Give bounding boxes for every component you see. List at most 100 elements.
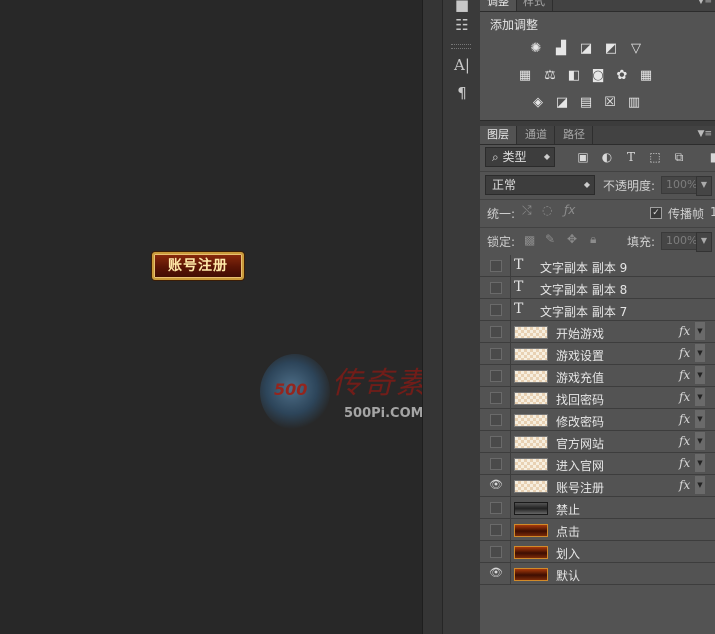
layers-menu-icon[interactable]: ▼≡: [698, 126, 712, 142]
layer-row[interactable]: 👁︎ 默认: [480, 563, 715, 585]
tab-paths[interactable]: 路径: [556, 126, 593, 144]
visibility-toggle[interactable]: [480, 409, 511, 430]
layer-row[interactable]: 👁︎ 账号注册 fx ▼: [480, 475, 715, 497]
photo-filter-icon[interactable]: ◙: [590, 69, 606, 83]
lock-image-icon[interactable]: ✎: [545, 232, 555, 246]
fx-icon[interactable]: fx: [679, 346, 690, 360]
paragraph-panel-icon[interactable]: ¶: [451, 82, 473, 104]
layer-row[interactable]: 进入官网 fx ▼: [480, 453, 715, 475]
effects-expand-icon[interactable]: ▼: [695, 476, 705, 494]
invert-icon[interactable]: ◈: [530, 96, 546, 110]
fx-icon[interactable]: fx: [679, 478, 690, 492]
lock-all-icon[interactable]: 🔒︎: [590, 232, 596, 247]
unify-position-icon[interactable]: ⤭: [522, 203, 532, 218]
tab-layers[interactable]: 图层: [480, 126, 517, 144]
visibility-toggle[interactable]: [480, 299, 511, 320]
hue-saturation-icon[interactable]: ▦: [517, 69, 533, 83]
shape-filter-icon[interactable]: ⬚: [647, 150, 663, 164]
lock-position-icon[interactable]: ✥: [567, 232, 577, 246]
blend-mode-dropdown[interactable]: 正常 ◆: [485, 175, 595, 195]
unify-visibility-icon[interactable]: ◌: [542, 203, 552, 217]
selective-color-icon[interactable]: ☒: [602, 96, 618, 110]
divider: [480, 171, 715, 172]
visibility-toggle[interactable]: 👁︎: [480, 563, 511, 584]
visibility-toggle[interactable]: [480, 431, 511, 452]
exposure-icon[interactable]: ◩: [603, 42, 619, 56]
layer-row[interactable]: T 文字副本 副本 7: [480, 299, 715, 321]
opacity-input[interactable]: 100% ▼: [661, 176, 712, 196]
fx-icon[interactable]: fx: [679, 368, 690, 382]
fx-icon[interactable]: fx: [679, 412, 690, 426]
effects-expand-icon[interactable]: ▼: [695, 366, 705, 384]
document-canvas[interactable]: 账号注册 500 传奇素材 500Pi.COM: [0, 0, 458, 634]
filter-toggle-icon[interactable]: ▮: [705, 150, 715, 164]
character-panel-icon[interactable]: A|: [451, 54, 473, 76]
visibility-toggle[interactable]: 👁︎: [480, 475, 511, 496]
fx-icon[interactable]: fx: [679, 324, 690, 338]
fill-input[interactable]: 100% ▼: [661, 232, 712, 252]
lock-transparent-icon[interactable]: ▩: [524, 233, 535, 247]
visibility-toggle[interactable]: [480, 541, 511, 562]
propagate-checkbox[interactable]: ✓: [650, 207, 662, 219]
smart-object-filter-icon[interactable]: ⧉: [671, 150, 687, 164]
layer-row[interactable]: 游戏充值 fx ▼: [480, 365, 715, 387]
layer-row[interactable]: 官方网站 fx ▼: [480, 431, 715, 453]
visibility-toggle[interactable]: [480, 387, 511, 408]
layer-row[interactable]: 游戏设置 fx ▼: [480, 343, 715, 365]
layer-name: 文字副本 副本 8: [540, 283, 628, 297]
visibility-toggle[interactable]: [480, 453, 511, 474]
vibrance-icon[interactable]: ▽: [628, 42, 644, 56]
layer-row[interactable]: 找回密码 fx ▼: [480, 387, 715, 409]
dock-grip[interactable]: [451, 44, 471, 49]
effects-expand-icon[interactable]: ▼: [695, 344, 705, 362]
layer-row[interactable]: 划入: [480, 541, 715, 563]
visibility-toggle[interactable]: [480, 321, 511, 342]
black-white-icon[interactable]: ◧: [566, 69, 582, 83]
tab-styles[interactable]: 样式: [516, 0, 553, 11]
layer-row[interactable]: T 文字副本 副本 8: [480, 277, 715, 299]
layers-tabbar: 图层 通道 路径 ▼≡: [480, 126, 715, 145]
fx-icon[interactable]: fx: [679, 456, 690, 470]
layer-row[interactable]: 禁止: [480, 497, 715, 519]
layer-thumbnail: [514, 392, 548, 405]
visibility-toggle[interactable]: [480, 255, 511, 276]
adjustment-filter-icon[interactable]: ◐: [599, 150, 615, 164]
panel-menu-icon[interactable]: ▼≡: [698, 0, 712, 9]
visibility-toggle[interactable]: [480, 277, 511, 298]
effects-expand-icon[interactable]: ▼: [695, 388, 705, 406]
effects-expand-icon[interactable]: ▼: [695, 322, 705, 340]
layer-row[interactable]: 修改密码 fx ▼: [480, 409, 715, 431]
unify-style-icon[interactable]: ƒx: [564, 203, 575, 217]
color-lookup-icon[interactable]: ▦: [638, 69, 654, 83]
visibility-toggle[interactable]: [480, 365, 511, 386]
channel-mixer-icon[interactable]: ✿: [614, 69, 630, 83]
visibility-toggle[interactable]: [480, 519, 511, 540]
visibility-toggle[interactable]: [480, 343, 511, 364]
chevron-down-icon[interactable]: ▼: [696, 176, 712, 196]
tab-adjustments[interactable]: 调整: [480, 0, 517, 11]
fx-icon[interactable]: fx: [679, 390, 690, 404]
curves-icon[interactable]: ◪: [578, 42, 594, 56]
tab-channels[interactable]: 通道: [518, 126, 555, 144]
pixel-filter-icon[interactable]: ▣: [575, 150, 591, 164]
type-filter-icon[interactable]: T: [623, 150, 639, 164]
adjust-sliders-icon[interactable]: ☷: [451, 14, 473, 36]
levels-icon[interactable]: ▟: [553, 42, 569, 56]
layer-thumbnail: [514, 480, 548, 493]
filter-type-dropdown[interactable]: ⌕ 类型 ◆: [485, 147, 555, 167]
chevron-down-icon[interactable]: ▼: [696, 232, 712, 252]
effects-expand-icon[interactable]: ▼: [695, 432, 705, 450]
posterize-icon[interactable]: ◪: [554, 96, 570, 110]
layer-row[interactable]: 开始游戏 fx ▼: [480, 321, 715, 343]
layer-row[interactable]: T 文字副本 副本 9: [480, 255, 715, 277]
fx-icon[interactable]: fx: [679, 434, 690, 448]
effects-expand-icon[interactable]: ▼: [695, 454, 705, 472]
layer-name: 禁止: [556, 503, 581, 517]
brightness-icon[interactable]: ✺: [528, 42, 544, 56]
visibility-toggle[interactable]: [480, 497, 511, 518]
threshold-icon[interactable]: ▤: [578, 96, 594, 110]
color-balance-icon[interactable]: ⚖: [542, 69, 558, 83]
effects-expand-icon[interactable]: ▼: [695, 410, 705, 428]
gradient-map-icon[interactable]: ▥: [626, 96, 642, 110]
layer-row[interactable]: 点击: [480, 519, 715, 541]
